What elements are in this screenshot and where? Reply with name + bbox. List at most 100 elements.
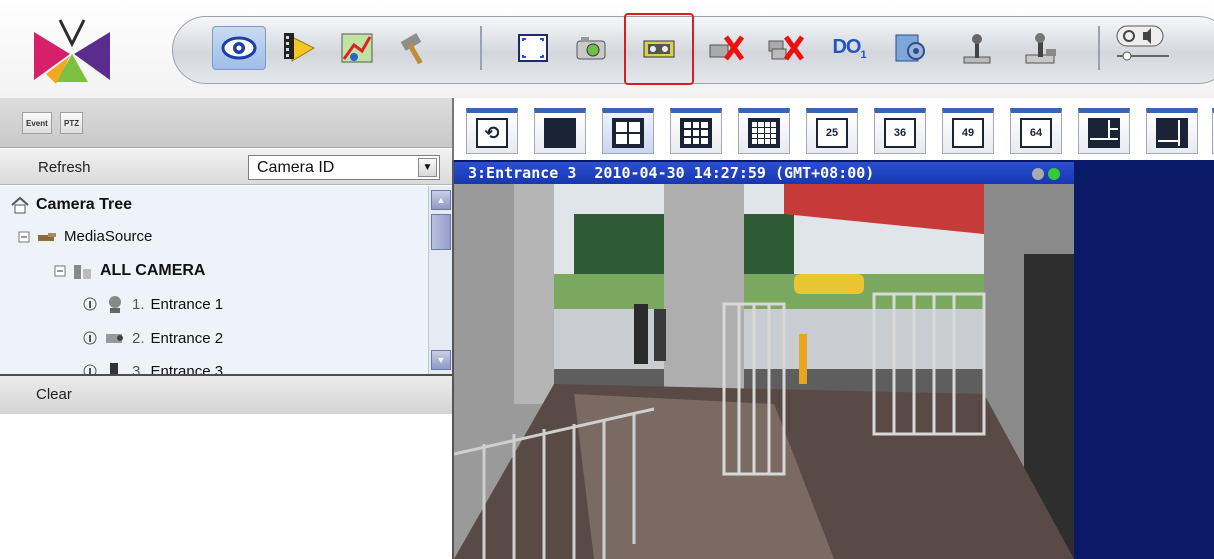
single-view-icon — [544, 118, 576, 148]
tree-camera-3[interactable]: 3. Entrance 3 — [82, 361, 223, 374]
media-source-icon — [38, 232, 56, 241]
info-icon[interactable] — [82, 363, 98, 374]
fullscreen-button[interactable] — [506, 26, 560, 70]
top-toolbar: DO1 — [0, 0, 1214, 98]
layout-49-icon: 49 — [952, 118, 984, 148]
tree-media-source[interactable]: MediaSource — [18, 228, 152, 245]
do-label: DO1 — [832, 36, 866, 61]
layout-custom-a-button[interactable] — [1078, 108, 1130, 154]
layout-64-button[interactable]: 64 — [1010, 108, 1062, 154]
tree-camera-1[interactable]: 1. Entrance 1 — [82, 294, 223, 314]
tree-root-label: Camera Tree — [36, 196, 133, 213]
custom-layout-b-icon — [1156, 118, 1188, 148]
ptz-camera-icon — [109, 296, 121, 313]
app-logo-icon — [34, 19, 110, 84]
sequence-icon: ⟲ — [476, 118, 508, 148]
layout-4-button[interactable] — [602, 108, 654, 154]
refresh-bar: Refresh Camera ID ▼ — [0, 149, 452, 185]
record-button[interactable] — [624, 13, 694, 85]
info-icon[interactable] — [82, 296, 98, 312]
layout-9-button[interactable] — [670, 108, 722, 154]
tab-event[interactable]: Event — [22, 112, 52, 134]
scroll-up-icon[interactable]: ▲ — [431, 190, 451, 210]
joystick-icon — [963, 34, 991, 64]
toolbar-separator — [1098, 26, 1100, 70]
empty-video-cell[interactable] — [1074, 172, 1214, 559]
chevron-down-icon[interactable]: ▼ — [418, 158, 437, 177]
nvr-app: DO1 Event PTZ Refresh Camera ID ▼ Camera… — [0, 0, 1214, 559]
camera-icon — [110, 363, 118, 374]
camera-group-icon — [74, 265, 91, 279]
layout-36-button[interactable]: 36 — [874, 108, 926, 154]
disconnect-all-button[interactable] — [760, 26, 814, 70]
layout-64-label: 64 — [1029, 127, 1043, 139]
group-label: ALL CAMERA — [100, 262, 206, 279]
tree-root[interactable]: Camera Tree — [10, 196, 132, 214]
ptz-control-button[interactable] — [1014, 26, 1068, 70]
bullet-camera-icon — [106, 334, 123, 343]
layout-49-label: 49 — [961, 127, 975, 139]
layout-49-button[interactable]: 49 — [942, 108, 994, 154]
collapse-icon[interactable] — [18, 231, 30, 243]
tree-group-all[interactable]: ALL CAMERA — [54, 261, 205, 281]
video-timestamp: 2010-04-30 14:27:59 (GMT+08:00) — [594, 164, 875, 182]
camera-video-feed[interactable] — [454, 184, 1074, 559]
status-indicator-icon — [1032, 168, 1044, 180]
hammer-icon — [400, 33, 423, 65]
video-camera-name: 3:Entrance 3 — [468, 164, 577, 182]
custom-layout-a-icon — [1088, 118, 1120, 148]
settings-button[interactable] — [884, 26, 938, 70]
collapse-icon[interactable] — [54, 265, 66, 277]
snapshot-button[interactable] — [565, 26, 619, 70]
scroll-thumb[interactable] — [431, 214, 451, 250]
left-panel: Event PTZ Refresh Camera ID ▼ Camera Tre… — [0, 98, 452, 559]
audio-button[interactable] — [1108, 22, 1178, 66]
ptz-button[interactable] — [950, 26, 1004, 70]
tape-icon — [643, 40, 675, 58]
camera-tree: Camera Tree MediaSource ALL CAMERA 1. En… — [0, 186, 428, 374]
layout-sequence-button[interactable]: ⟲ — [466, 108, 518, 154]
tab-ptz[interactable]: PTZ — [60, 112, 84, 134]
layout-16-button[interactable] — [738, 108, 790, 154]
tab-event-label: Event — [26, 118, 48, 128]
layout-bar: ⟲ 25 36 49 64 — [452, 98, 1214, 160]
toolbar-separator — [480, 26, 482, 70]
digital-output-button[interactable]: DO1 — [822, 26, 876, 70]
clear-bar: Clear — [0, 374, 452, 414]
camera-name: Entrance 3 — [150, 362, 224, 375]
fullscreen-icon — [518, 34, 548, 62]
tree-camera-2[interactable]: 2. Entrance 2 — [82, 328, 223, 348]
video-title-bar[interactable]: 3:Entrance 3 2010-04-30 14:27:59 (GMT+08:… — [454, 162, 1074, 184]
config-button[interactable] — [390, 26, 444, 70]
layout-1-button[interactable] — [534, 108, 586, 154]
sort-by-select[interactable]: Camera ID ▼ — [248, 155, 440, 180]
tree-scrollbar[interactable]: ▲ ▼ — [428, 186, 452, 374]
home-icon — [11, 196, 29, 214]
refresh-button[interactable]: Refresh — [38, 159, 91, 176]
camera-number: 3. — [132, 362, 145, 375]
layout-25-button[interactable]: 25 — [806, 108, 858, 154]
camera-number: 1. — [132, 295, 145, 313]
camera-name: Entrance 2 — [150, 329, 224, 347]
info-icon[interactable] — [82, 330, 98, 346]
layout-custom-b-button[interactable] — [1146, 108, 1198, 154]
live-view-button[interactable] — [212, 26, 266, 70]
sort-select-value: Camera ID — [257, 159, 335, 176]
emap-button[interactable] — [330, 26, 384, 70]
audio-icon — [1116, 25, 1169, 61]
clear-button[interactable]: Clear — [36, 386, 72, 403]
camera-x-icon — [709, 35, 745, 61]
map-icon — [341, 33, 373, 63]
sixteen-view-icon — [748, 118, 780, 148]
layout-64-icon: 64 — [1020, 118, 1052, 148]
playback-button[interactable] — [270, 26, 324, 70]
layout-36-icon: 36 — [884, 118, 916, 148]
scroll-down-icon[interactable]: ▼ — [431, 350, 451, 370]
connected-indicator-icon — [1048, 168, 1060, 180]
video-area: 3:Entrance 3 2010-04-30 14:27:59 (GMT+08:… — [452, 160, 1214, 559]
eye-icon — [221, 36, 257, 60]
layout-25-icon: 25 — [816, 118, 848, 148]
layout-36-label: 36 — [893, 127, 907, 139]
disconnect-camera-button[interactable] — [700, 26, 754, 70]
camera-name: Entrance 1 — [150, 295, 224, 313]
